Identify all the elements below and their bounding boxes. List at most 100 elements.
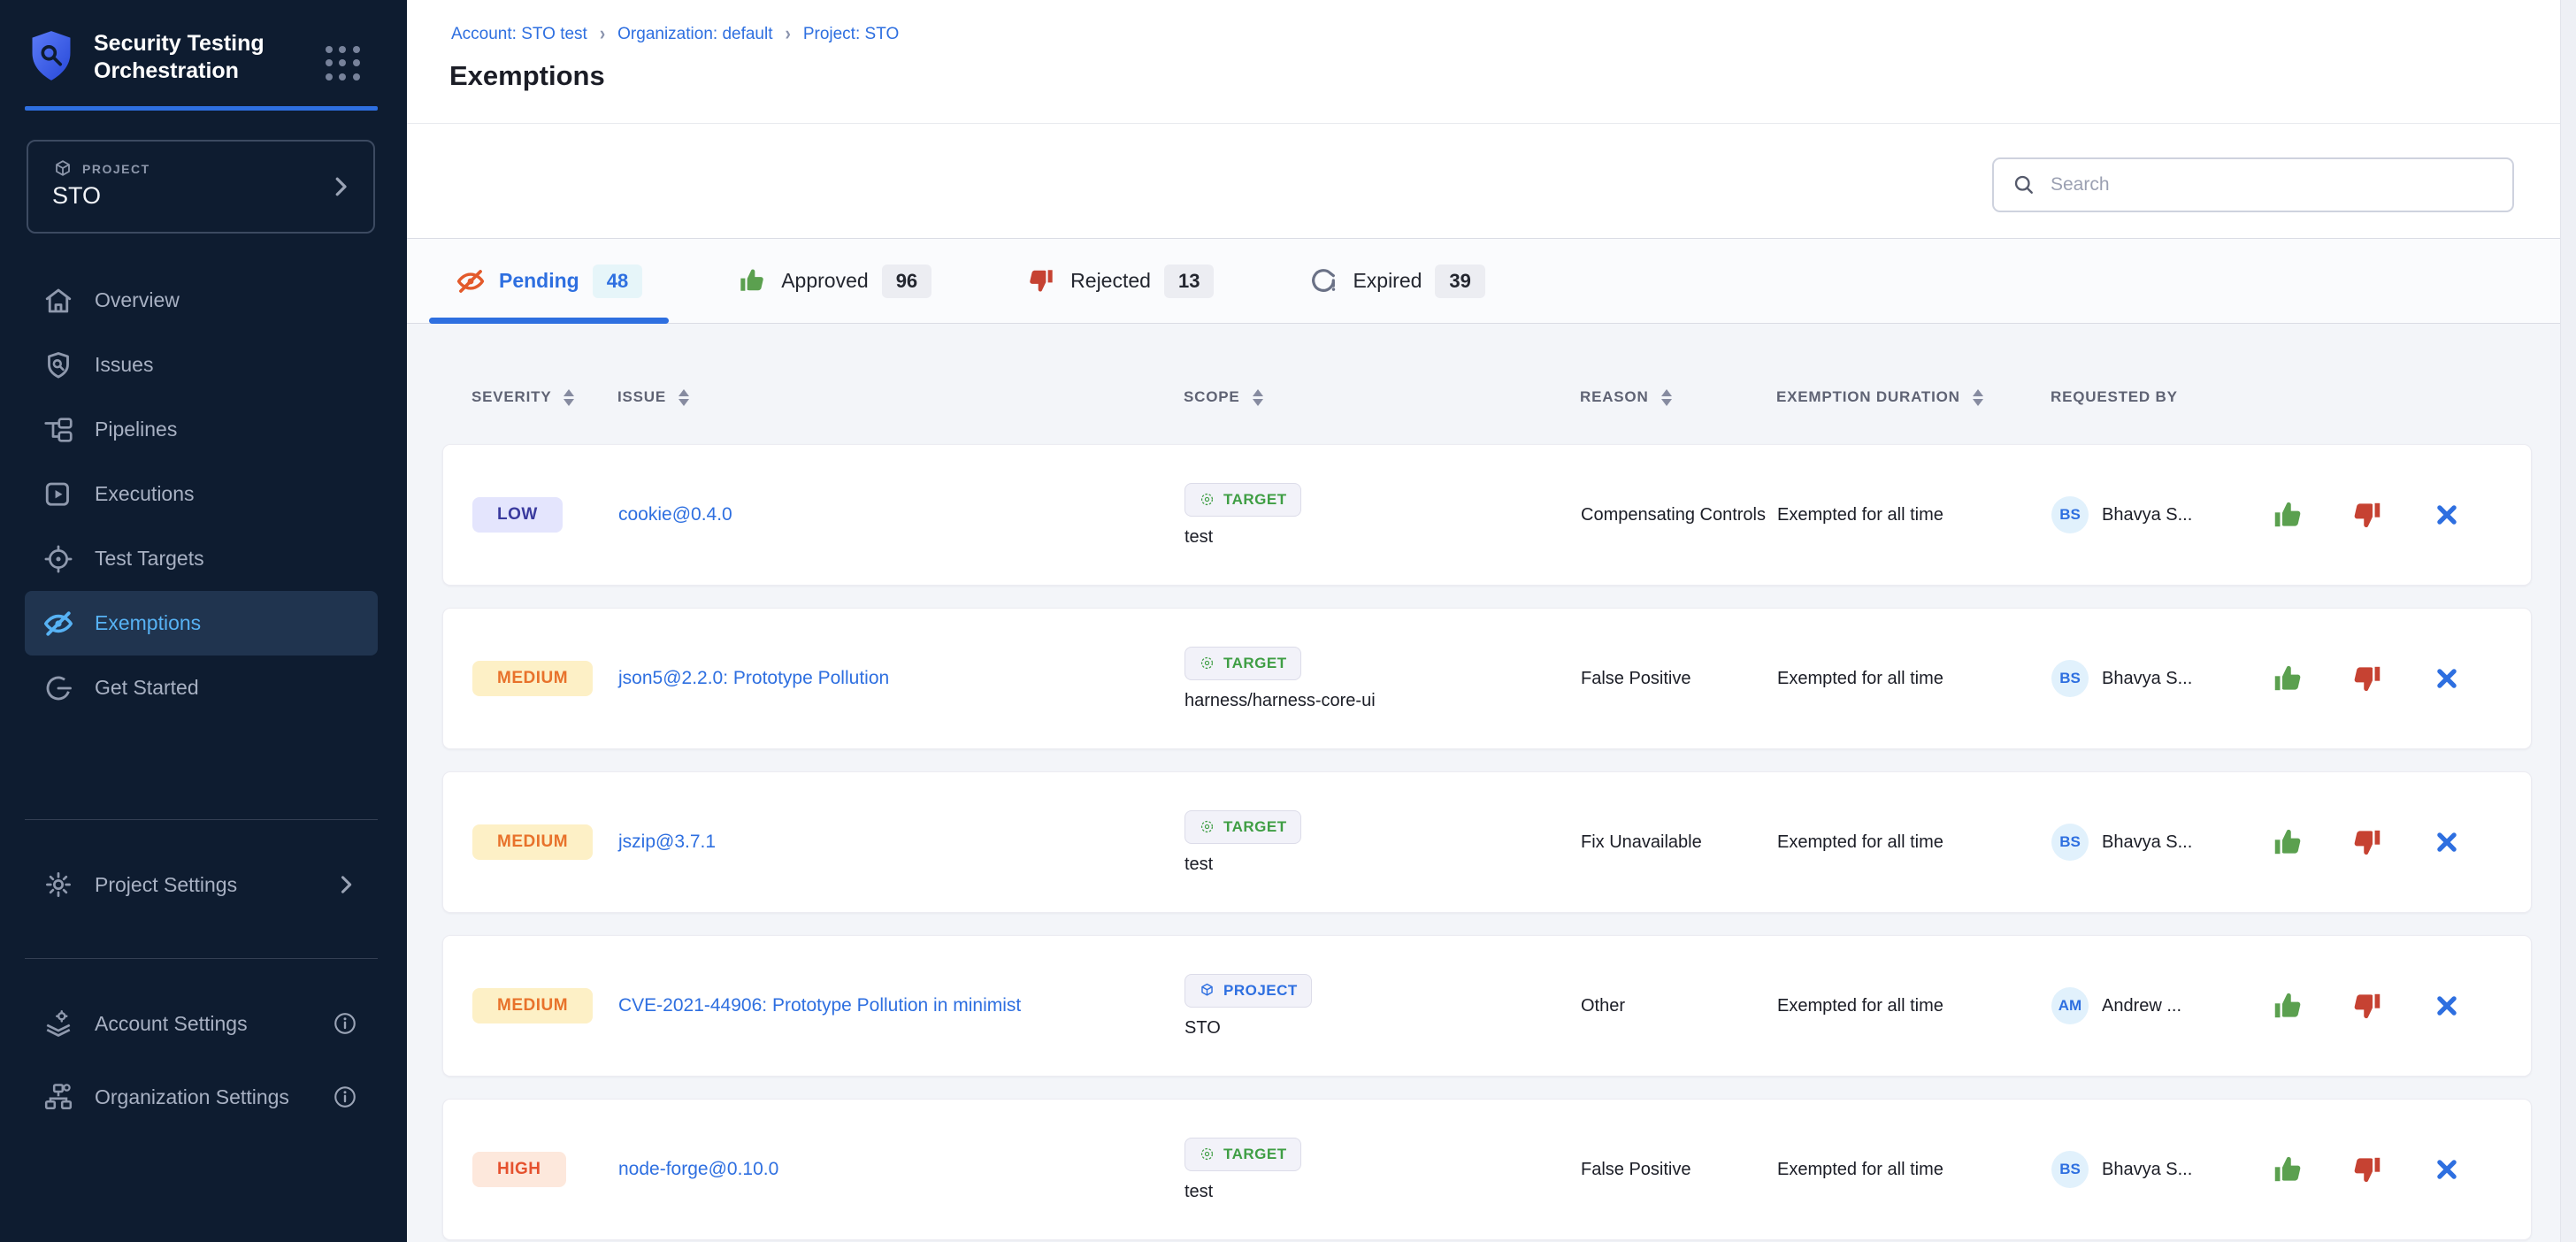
column-header-issue[interactable]: ISSUE bbox=[617, 388, 1184, 406]
requester-name: Andrew ... bbox=[2102, 996, 2181, 1016]
cancel-button[interactable] bbox=[2430, 498, 2464, 532]
sort-icon[interactable] bbox=[1253, 389, 1263, 406]
eye-off-icon bbox=[42, 608, 74, 640]
tab-approved[interactable]: Approved 96 bbox=[711, 239, 958, 323]
approve-button[interactable] bbox=[2271, 1153, 2304, 1186]
column-header-requested-by: REQUESTED BY bbox=[2051, 388, 2270, 406]
scope-chip: PROJECT bbox=[1184, 974, 1312, 1008]
tab-expired[interactable]: Expired 39 bbox=[1283, 239, 1511, 323]
sort-icon[interactable] bbox=[1661, 389, 1672, 406]
avatar: BS bbox=[2051, 496, 2089, 533]
sidebar-item-pipelines[interactable]: Pipelines bbox=[25, 397, 378, 462]
tab-rejected[interactable]: Rejected 13 bbox=[1000, 239, 1240, 323]
breadcrumb-project[interactable]: Project: STO bbox=[803, 25, 899, 44]
cancel-button[interactable] bbox=[2430, 1153, 2464, 1186]
breadcrumb-account[interactable]: Account: STO test bbox=[451, 25, 587, 44]
project-selector-label: PROJECT bbox=[82, 162, 150, 176]
search-box[interactable] bbox=[1992, 157, 2514, 212]
table-row[interactable]: MEDIUM CVE-2021-44906: Prototype Polluti… bbox=[442, 935, 2532, 1077]
approve-button[interactable] bbox=[2271, 662, 2304, 695]
sidebar-item-test-targets[interactable]: Test Targets bbox=[25, 526, 378, 591]
toolbar bbox=[407, 124, 2576, 239]
sidebar-item-executions[interactable]: Executions bbox=[25, 462, 378, 526]
tab-count-badge: 96 bbox=[882, 264, 932, 298]
issue-link[interactable]: json5@2.2.0: Prototype Pollution bbox=[618, 664, 889, 694]
sidebar-item-project-settings[interactable]: Project Settings bbox=[25, 852, 378, 917]
sidebar-accent-bar bbox=[25, 106, 378, 111]
avatar: BS bbox=[2051, 824, 2089, 861]
sidebar-divider bbox=[25, 819, 378, 820]
sidebar-item-get-started[interactable]: Get Started bbox=[25, 656, 378, 720]
reject-button[interactable] bbox=[2350, 1153, 2384, 1186]
scope-chip: TARGET bbox=[1184, 647, 1301, 680]
tab-label: Approved bbox=[781, 269, 868, 293]
info-icon[interactable] bbox=[332, 1084, 358, 1110]
sidebar-item-organization-settings[interactable]: Organization Settings bbox=[25, 1064, 378, 1130]
reject-button[interactable] bbox=[2350, 498, 2384, 532]
sort-icon[interactable] bbox=[678, 389, 689, 406]
breadcrumb-organization[interactable]: Organization: default bbox=[617, 25, 772, 44]
severity-badge: MEDIUM bbox=[472, 661, 593, 696]
column-header-exemption-duration[interactable]: EXEMPTION DURATION bbox=[1776, 388, 2051, 406]
project-selector[interactable]: PROJECT STO bbox=[27, 140, 375, 234]
table-row[interactable]: MEDIUM json5@2.2.0: Prototype Pollution … bbox=[442, 608, 2532, 749]
column-header-severity[interactable]: SEVERITY bbox=[472, 388, 617, 406]
approve-button[interactable] bbox=[2271, 989, 2304, 1023]
issue-link[interactable]: node-forge@0.10.0 bbox=[618, 1155, 778, 1184]
sidebar-item-exemptions[interactable]: Exemptions bbox=[25, 591, 378, 656]
reject-button[interactable] bbox=[2350, 989, 2384, 1023]
tab-label: Pending bbox=[499, 269, 579, 293]
table-row[interactable]: MEDIUM jszip@3.7.1 TARGET test Fix Unava… bbox=[442, 771, 2532, 913]
cancel-button[interactable] bbox=[2430, 825, 2464, 859]
search-icon bbox=[2012, 172, 2036, 197]
cube-icon bbox=[52, 158, 73, 180]
approve-button[interactable] bbox=[2271, 498, 2304, 532]
tab-count-badge: 48 bbox=[593, 264, 642, 298]
issue-link[interactable]: CVE-2021-44906: Prototype Pollution in m… bbox=[618, 992, 1021, 1021]
sidebar-item-account-settings[interactable]: Account Settings bbox=[25, 991, 378, 1056]
target-icon bbox=[1199, 1146, 1215, 1162]
scope-chip: TARGET bbox=[1184, 483, 1301, 517]
scope-type-label: TARGET bbox=[1223, 655, 1287, 672]
requester-name: Bhavya S... bbox=[2102, 832, 2192, 853]
cancel-button[interactable] bbox=[2430, 662, 2464, 695]
search-input[interactable] bbox=[2051, 174, 2495, 196]
severity-badge: MEDIUM bbox=[472, 988, 593, 1024]
exemptions-table: SEVERITY ISSUE SCOPE REASON EXEMPTION DU… bbox=[407, 324, 2576, 1242]
reject-button[interactable] bbox=[2350, 825, 2384, 859]
tab-pending[interactable]: Pending 48 bbox=[429, 239, 669, 323]
sidebar-header: Security Testing Orchestration bbox=[0, 0, 407, 106]
sort-icon[interactable] bbox=[1973, 389, 1983, 406]
reason-text: False Positive bbox=[1581, 669, 1691, 688]
project-selector-value: STO bbox=[52, 182, 101, 210]
scrollbar[interactable] bbox=[2560, 0, 2576, 1242]
column-header-scope[interactable]: SCOPE bbox=[1184, 388, 1580, 406]
sort-icon[interactable] bbox=[564, 389, 574, 406]
sidebar-item-overview[interactable]: Overview bbox=[25, 268, 378, 333]
apps-grid-icon[interactable] bbox=[326, 46, 361, 81]
approve-button[interactable] bbox=[2271, 825, 2304, 859]
reject-button[interactable] bbox=[2350, 662, 2384, 695]
table-row[interactable]: LOW cookie@0.4.0 TARGET test Compensatin… bbox=[442, 444, 2532, 586]
column-header-reason[interactable]: REASON bbox=[1580, 388, 1776, 406]
sidebar-item-label: Test Targets bbox=[95, 547, 204, 571]
reason-text: Fix Unavailable bbox=[1581, 832, 1702, 852]
exemption-duration-text: Exempted for all time bbox=[1777, 505, 1944, 525]
sidebar-item-label: Project Settings bbox=[95, 873, 237, 897]
table-row[interactable]: HIGH node-forge@0.10.0 TARGET test False… bbox=[442, 1099, 2532, 1240]
sidebar-item-issues[interactable]: Issues bbox=[25, 333, 378, 397]
sidebar-divider bbox=[25, 958, 378, 959]
target-icon bbox=[1199, 491, 1215, 508]
info-icon[interactable] bbox=[332, 1010, 358, 1037]
avatar: BS bbox=[2051, 1151, 2089, 1188]
product-title: Security Testing Orchestration bbox=[94, 30, 288, 85]
cancel-button[interactable] bbox=[2430, 989, 2464, 1023]
severity-badge: HIGH bbox=[472, 1152, 566, 1187]
issue-link[interactable]: jszip@3.7.1 bbox=[618, 828, 716, 857]
issue-link[interactable]: cookie@0.4.0 bbox=[618, 501, 732, 530]
thumb-down-icon bbox=[1027, 266, 1057, 296]
eye-off-icon bbox=[456, 266, 486, 296]
reason-text: False Positive bbox=[1581, 1160, 1691, 1179]
scope-type-label: TARGET bbox=[1223, 818, 1287, 836]
sidebar-item-label: Account Settings bbox=[95, 1012, 248, 1036]
